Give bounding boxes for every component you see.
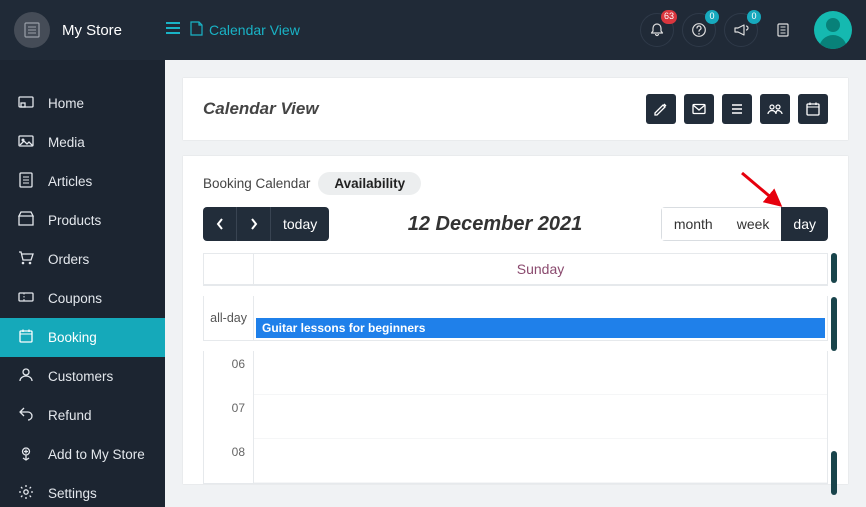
sidebar-item-label: Customers (48, 369, 113, 384)
announce-badge: 0 (747, 10, 761, 24)
notifications-button[interactable]: 63 (640, 13, 674, 47)
tabs: Booking Calendar Availability (203, 172, 828, 195)
sidebar-item-add-to-my-store[interactable]: Add to My Store (0, 435, 165, 474)
announcements-button[interactable]: 0 (724, 13, 758, 47)
coupon-icon (18, 289, 34, 308)
sidebar-item-customers[interactable]: Customers (0, 357, 165, 396)
cart-icon (18, 250, 34, 269)
view-day-button[interactable]: day (781, 207, 828, 241)
breadcrumb-link[interactable]: Calendar View (209, 22, 300, 38)
page-icon (190, 21, 203, 39)
scrollbar-thumb[interactable] (831, 451, 837, 495)
sidebar-item-label: Settings (48, 486, 97, 501)
calendar-icon (18, 328, 34, 347)
scrollbar-thumb[interactable] (831, 297, 837, 351)
view-week-button[interactable]: week (725, 207, 782, 241)
sidebar-item-coupons[interactable]: Coupons (0, 279, 165, 318)
avatar[interactable] (814, 11, 852, 49)
list-button[interactable] (722, 94, 752, 124)
view-group: month week day (661, 207, 828, 241)
mail-button[interactable] (684, 94, 714, 124)
calendar-date-title: 12 December 2021 (329, 213, 661, 236)
tab-availability[interactable]: Availability (318, 172, 421, 195)
time-label: 06 (204, 351, 254, 395)
edit-button[interactable] (646, 94, 676, 124)
sidebar-item-label: Add to My Store (48, 447, 145, 462)
help-badge: 0 (705, 10, 719, 24)
header-card: Calendar View (183, 78, 848, 140)
topbar-actions: 63 0 0 (640, 11, 852, 49)
time-slot[interactable] (254, 351, 827, 395)
time-label: 08 (204, 439, 254, 483)
sidebar-item-media[interactable]: Media (0, 123, 165, 162)
day-header: Sunday (254, 254, 827, 284)
main-content: Calendar View Booking Calendar Availabil… (165, 60, 866, 507)
user-icon (18, 367, 34, 386)
sidebar-item-label: Coupons (48, 291, 102, 306)
hamburger-icon[interactable] (166, 20, 184, 40)
addstore-icon (18, 445, 34, 464)
media-icon (18, 133, 34, 152)
sidebar-item-products[interactable]: Products (0, 201, 165, 240)
next-button[interactable] (237, 207, 271, 241)
article-icon (18, 172, 34, 191)
page-title: Calendar View (203, 99, 646, 119)
calendar-event[interactable]: Guitar lessons for beginners (256, 318, 825, 338)
allday-label: all-day (204, 296, 254, 340)
toolbar (646, 94, 828, 124)
calendar-card: Booking Calendar Availability today 12 D… (183, 156, 848, 484)
sidebar-item-label: Refund (48, 408, 92, 423)
help-button[interactable]: 0 (682, 13, 716, 47)
today-button[interactable]: today (271, 207, 329, 241)
time-slot[interactable] (254, 439, 827, 483)
sidebar-item-label: Media (48, 135, 85, 150)
prev-button[interactable] (203, 207, 237, 241)
group-button[interactable] (760, 94, 790, 124)
time-slot[interactable] (254, 395, 827, 439)
sidebar-item-label: Products (48, 213, 101, 228)
sidebar-item-label: Orders (48, 252, 89, 267)
sidebar-item-booking[interactable]: Booking (0, 318, 165, 357)
brand-logo[interactable] (14, 12, 50, 48)
refund-icon (18, 406, 34, 425)
sidebar-item-orders[interactable]: Orders (0, 240, 165, 279)
calendar-button[interactable] (798, 94, 828, 124)
time-label: 07 (204, 395, 254, 439)
calendar-controls: today 12 December 2021 month week day (203, 207, 828, 241)
docs-button[interactable] (766, 13, 800, 47)
calendar-grid: Sunday all-day Guitar lessons for beginn… (203, 253, 828, 484)
settings-icon (18, 484, 34, 503)
notifications-badge: 63 (661, 10, 677, 24)
nav-group: today (203, 207, 329, 241)
product-icon (18, 211, 34, 230)
sidebar-item-label: Booking (48, 330, 97, 345)
sidebar-item-refund[interactable]: Refund (0, 396, 165, 435)
view-month-button[interactable]: month (661, 207, 725, 241)
sidebar: Home Media Articles Products Orders Coupons Bo… (0, 60, 165, 507)
tab-booking-calendar[interactable]: Booking Calendar (203, 176, 310, 191)
sidebar-item-label: Articles (48, 174, 92, 189)
topbar: My Store Calendar View 63 0 0 (0, 0, 866, 60)
scrollbar-thumb[interactable] (831, 253, 837, 283)
home-icon (18, 94, 34, 113)
brand-name[interactable]: My Store (62, 22, 122, 39)
time-gutter-header (204, 254, 254, 284)
sidebar-item-home[interactable]: Home (0, 84, 165, 123)
sidebar-item-label: Home (48, 96, 84, 111)
sidebar-item-settings[interactable]: Settings (0, 474, 165, 507)
sidebar-item-articles[interactable]: Articles (0, 162, 165, 201)
